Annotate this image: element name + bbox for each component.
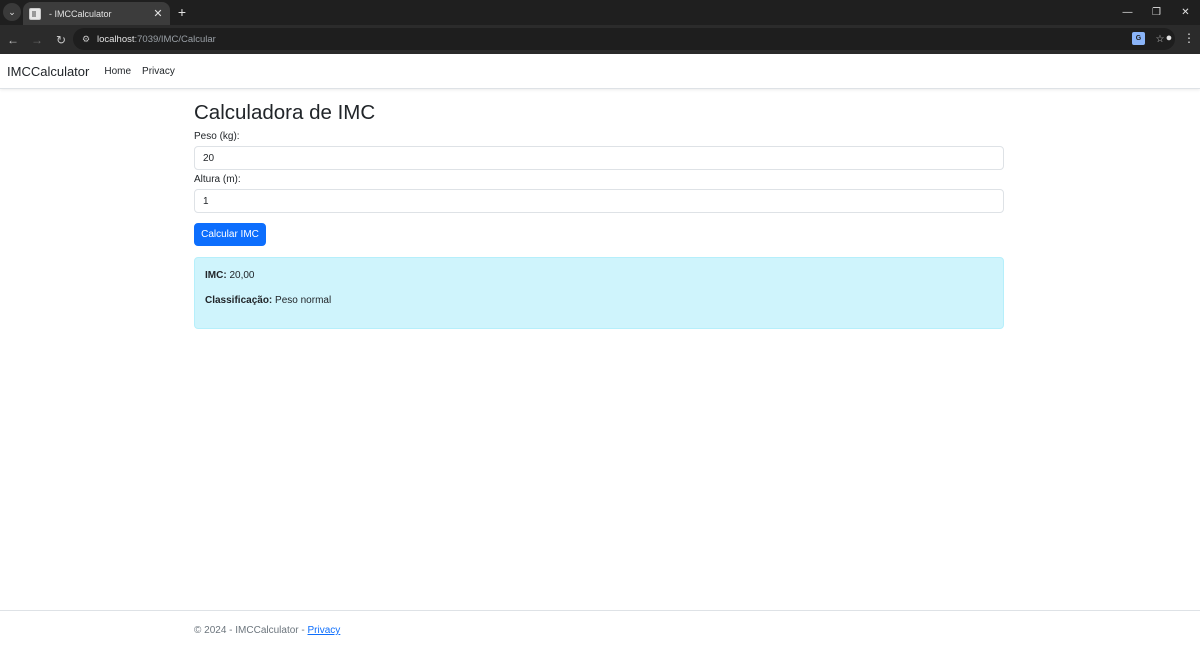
close-tab-icon[interactable]: ✕ (152, 7, 164, 20)
tab-title: - IMCCalculator (49, 8, 112, 19)
window-controls: — ❐ ✕ (1113, 0, 1200, 25)
browser-toolbar: ← → ↻ ⚙ localhost:7039/IMC/Calcular G ☆ … (0, 25, 1200, 54)
site-info-icon[interactable]: ⚙ (79, 32, 93, 46)
peso-input[interactable]: 20 (194, 146, 1004, 170)
altura-input[interactable]: 1 (194, 189, 1004, 213)
page-icon (29, 7, 41, 20)
menu-kebab-icon[interactable]: ⋮ (1183, 29, 1195, 47)
classification-value: Peso normal (275, 295, 332, 306)
url-path: :7039/IMC/Calcular (134, 33, 216, 45)
page-title: Calculadora de IMC (194, 101, 376, 124)
translate-icon[interactable]: G (1132, 32, 1145, 45)
restore-icon[interactable]: ❐ (1142, 0, 1171, 25)
imc-result: IMC: 20,00 (205, 270, 993, 282)
nav-link-home[interactable]: Home (104, 66, 131, 77)
minimize-icon[interactable]: — (1113, 0, 1142, 25)
imc-result-label: IMC: (205, 270, 227, 281)
new-tab-icon[interactable]: + (175, 3, 189, 21)
footer-copyright: © 2024 - IMCCalculator - (194, 625, 308, 636)
classification-label: Classificação: (205, 295, 273, 306)
imc-result-value: 20,00 (229, 270, 255, 281)
footer-privacy-link[interactable]: Privacy (308, 625, 341, 636)
browser-tab[interactable]: - IMCCalculator ✕ (23, 2, 170, 25)
reload-icon[interactable]: ↻ (50, 29, 72, 51)
navbar-brand[interactable]: IMCCalculator (7, 64, 89, 79)
nav-link-privacy[interactable]: Privacy (142, 66, 175, 77)
address-bar[interactable]: ⚙ localhost:7039/IMC/Calcular G ☆ (73, 28, 1175, 50)
calcular-imc-button[interactable]: Calcular IMC (194, 223, 266, 246)
forward-icon[interactable]: → (26, 29, 48, 51)
browser-tabstrip: ⌄ - IMCCalculator ✕ + — ❐ ✕ (0, 0, 1200, 25)
footer-text: © 2024 - IMCCalculator - Privacy (194, 625, 340, 636)
main-content: Calculadora de IMC Peso (kg): 20 Altura … (194, 101, 1004, 329)
site-footer: © 2024 - IMCCalculator - Privacy (0, 610, 1200, 650)
profile-icon[interactable]: ● (1160, 29, 1178, 47)
classification-result: Classificação: Peso normal (205, 295, 993, 307)
tab-search-icon[interactable]: ⌄ (3, 3, 21, 21)
page-viewport: IMCCalculator Home Privacy Calculadora d… (0, 54, 1200, 650)
result-alert: IMC: 20,00 Classificação: Peso normal (194, 257, 1004, 329)
back-icon[interactable]: ← (2, 29, 24, 51)
peso-label: Peso (kg): (194, 131, 240, 142)
site-navbar: IMCCalculator Home Privacy (0, 54, 1200, 89)
close-window-icon[interactable]: ✕ (1171, 0, 1200, 25)
url-host: localhost (97, 33, 135, 45)
altura-label: Altura (m): (194, 174, 241, 185)
